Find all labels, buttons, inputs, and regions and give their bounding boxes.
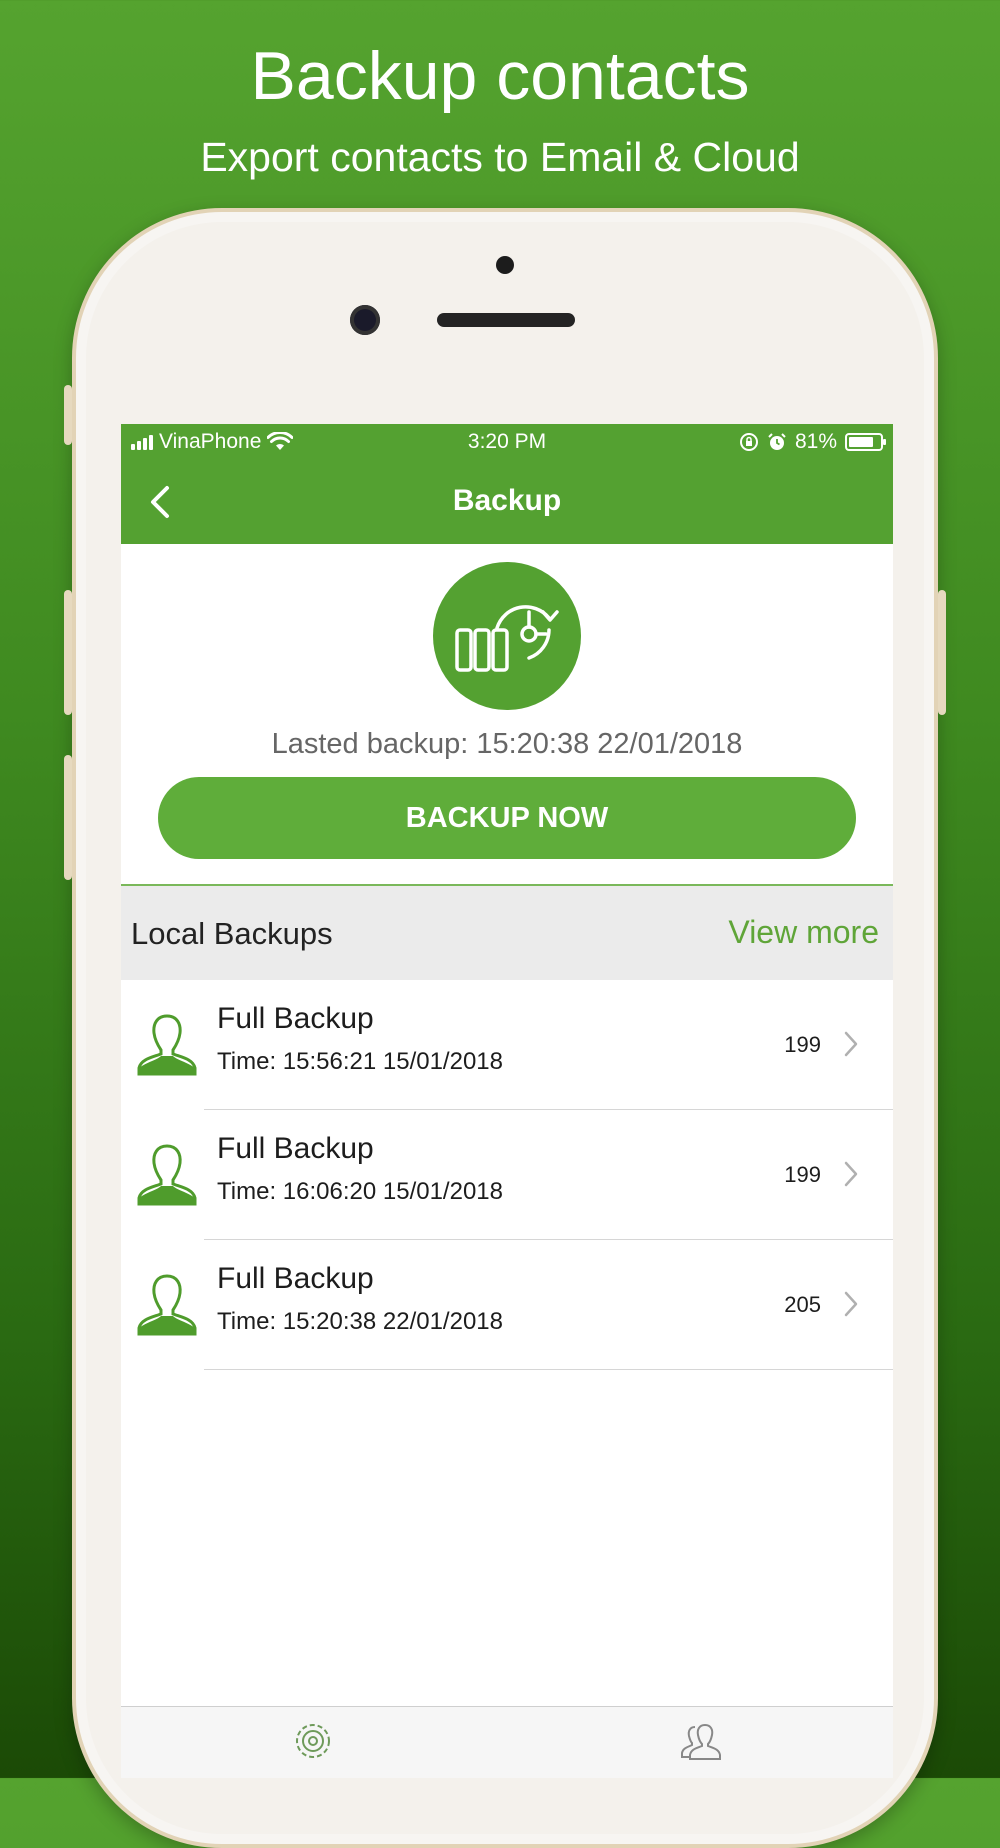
battery-icon (845, 433, 886, 451)
phone-side-button (64, 755, 72, 880)
list-item[interactable]: Full Backup Time: 15:20:38 22/01/2018 20… (121, 1240, 893, 1370)
backup-title: Full Backup (217, 1132, 374, 1165)
backup-time: Time: 15:56:21 15/01/2018 (217, 1048, 503, 1075)
person-icon (137, 1274, 197, 1336)
contact-count: 199 (784, 1162, 821, 1187)
view-more-link[interactable]: View more (728, 914, 879, 951)
person-icon (137, 1014, 197, 1076)
phone-side-button (938, 590, 946, 715)
phone-side-button (64, 385, 72, 445)
person-icon (137, 1144, 197, 1206)
local-backups-header: Local Backups View more (121, 886, 893, 980)
backup-title: Full Backup (217, 1002, 374, 1035)
row-separator (204, 1369, 893, 1370)
camera-dot (496, 256, 514, 274)
backup-title: Full Backup (217, 1262, 374, 1295)
status-right: 81% (739, 430, 886, 454)
last-backup-label: Lasted backup: 15:20:38 22/01/2018 (271, 728, 743, 760)
page-title: Backup (452, 484, 562, 517)
orientation-lock-icon (739, 433, 758, 451)
chevron-right-icon (844, 1031, 858, 1057)
list-item[interactable]: Full Backup Time: 15:56:21 15/01/2018 19… (121, 980, 893, 1110)
battery-percent: 81% (794, 430, 837, 453)
backup-restore-icon (455, 605, 559, 672)
chevron-right-icon (844, 1161, 858, 1187)
contact-count: 199 (784, 1032, 821, 1057)
list-item[interactable]: Full Backup Time: 16:06:20 15/01/2018 19… (121, 1110, 893, 1240)
section-title: Local Backups (131, 916, 333, 951)
alarm-icon (768, 433, 786, 450)
chevron-right-icon (844, 1291, 858, 1317)
promo-title: Backup contacts (250, 38, 750, 114)
app-screen: VinaPhone 3:20 PM 81% Backup Lasted back… (121, 424, 893, 1778)
contact-count: 205 (784, 1292, 821, 1317)
backup-time: Time: 16:06:20 15/01/2018 (217, 1178, 503, 1205)
contacts-icon[interactable] (679, 1719, 723, 1763)
backup-time: Time: 15:20:38 22/01/2018 (217, 1308, 503, 1335)
backup-now-button[interactable]: BACKUP NOW (158, 777, 856, 859)
tab-bar (121, 1706, 893, 1778)
promo-subtitle: Export contacts to Email & Cloud (200, 134, 800, 180)
status-bar: VinaPhone 3:20 PM 81% (121, 424, 893, 460)
gear-icon[interactable] (291, 1719, 335, 1763)
backup-logo (433, 562, 581, 710)
front-camera (350, 305, 380, 335)
phone-side-button (64, 590, 72, 715)
navigation-bar: Backup (121, 460, 893, 544)
earpiece-speaker (437, 313, 575, 327)
